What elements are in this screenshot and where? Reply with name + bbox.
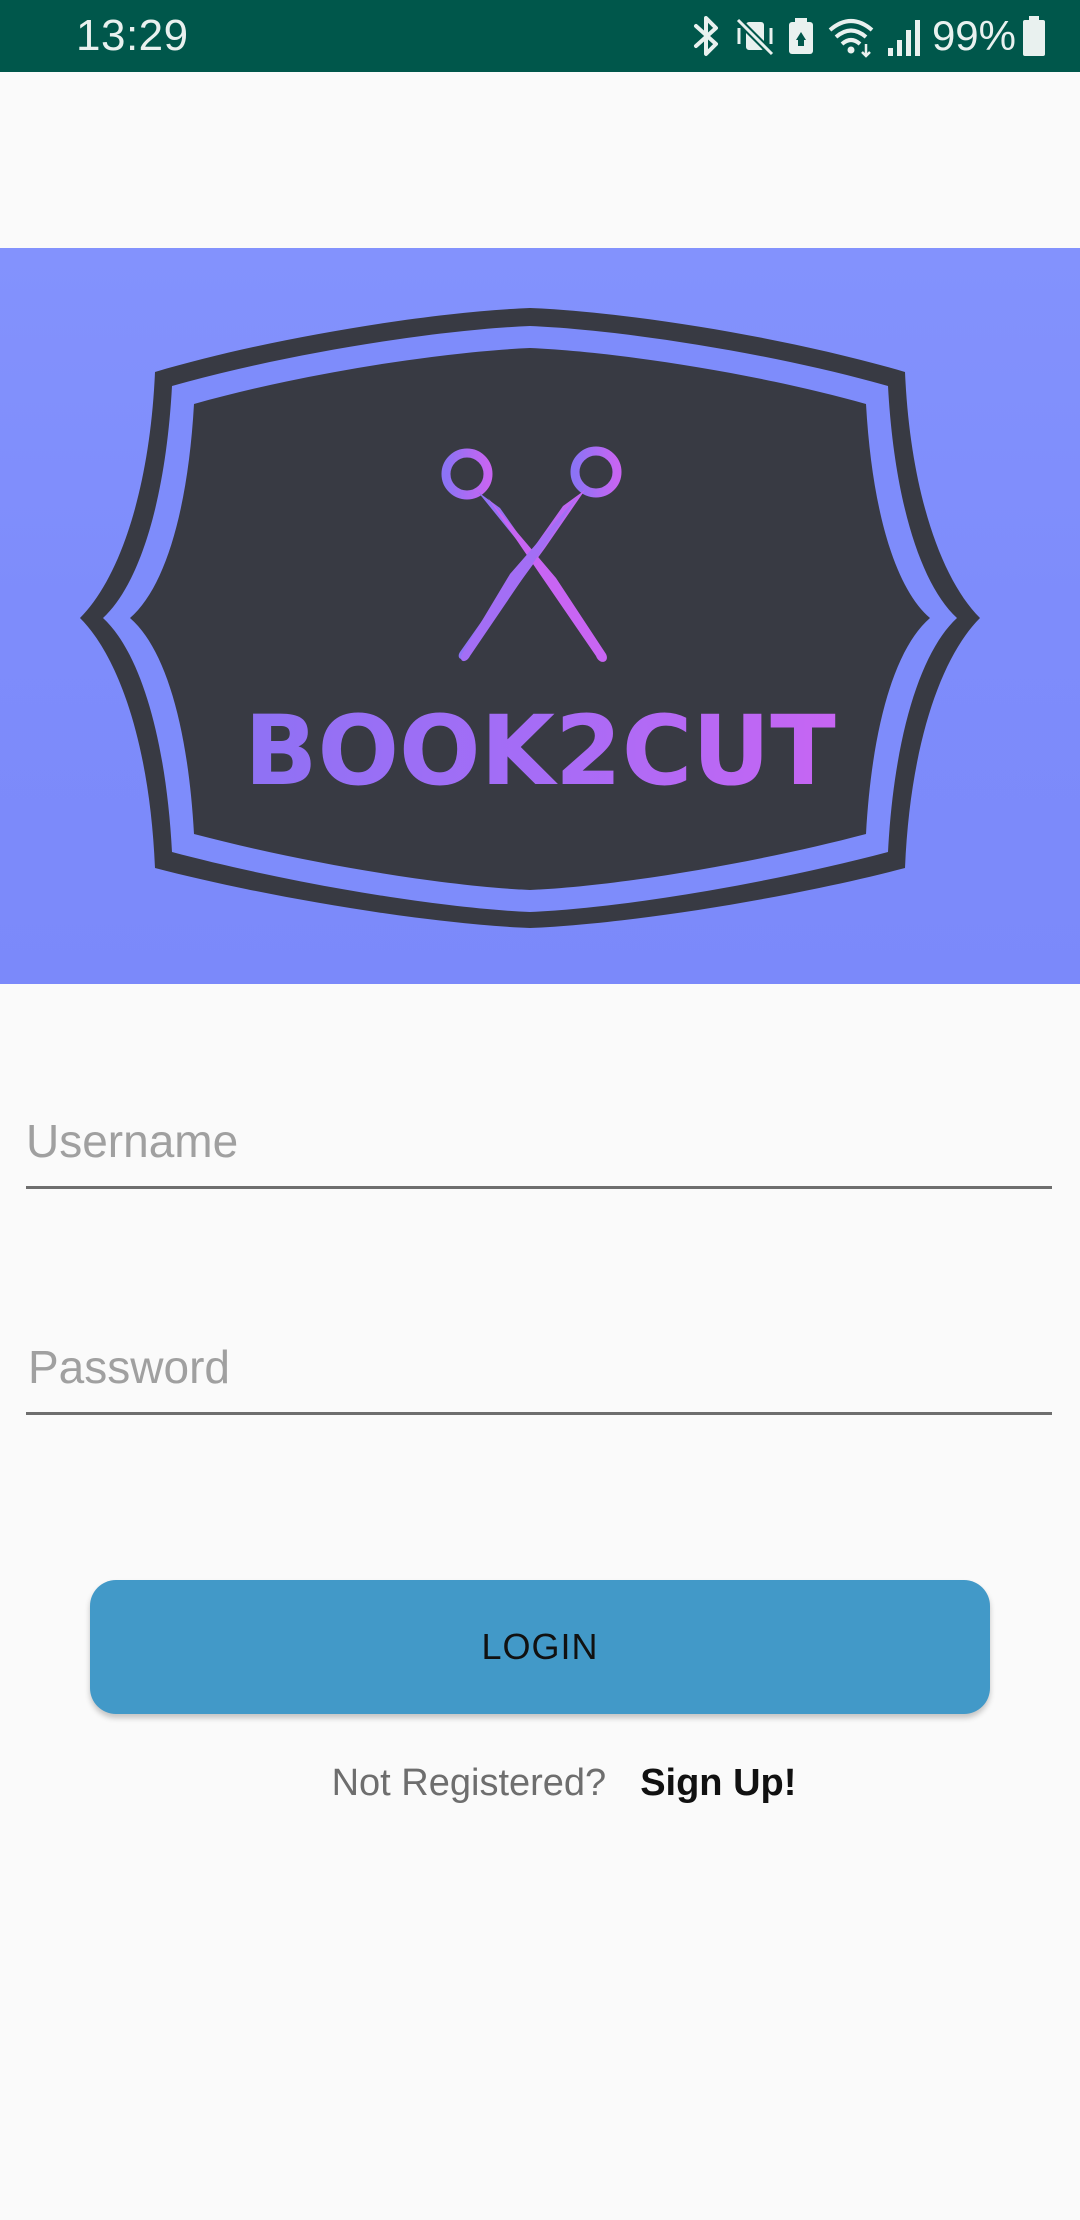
- sign-up-link[interactable]: Sign Up!: [640, 1762, 796, 1805]
- brand-name: BOOK2CUT: [0, 696, 1080, 806]
- logo-badge: [80, 308, 980, 928]
- vibrate-mute-icon: [734, 14, 776, 58]
- register-row: Not Registered? Sign Up!: [0, 1762, 1080, 1805]
- password-input[interactable]: [26, 1322, 1052, 1412]
- login-button[interactable]: LOGIN: [90, 1580, 990, 1714]
- status-bar: 13:29 99%: [0, 0, 1080, 72]
- battery-percent: 99%: [931, 12, 1016, 59]
- battery-saver-icon: [786, 14, 816, 58]
- login-button-label: LOGIN: [481, 1626, 599, 1667]
- signal-icon: [886, 14, 922, 58]
- battery-icon: [1022, 14, 1046, 58]
- username-input[interactable]: [26, 1096, 1052, 1186]
- logo-banner: BOOK2CUT: [0, 248, 1080, 984]
- status-time: 13:29: [76, 11, 189, 60]
- status-icons: 99%: [690, 0, 1080, 72]
- not-registered-text: Not Registered?: [331, 1762, 607, 1804]
- bluetooth-icon: [690, 14, 724, 58]
- wifi-icon: [826, 14, 876, 58]
- username-field: [26, 1096, 1052, 1189]
- password-field: [26, 1322, 1052, 1415]
